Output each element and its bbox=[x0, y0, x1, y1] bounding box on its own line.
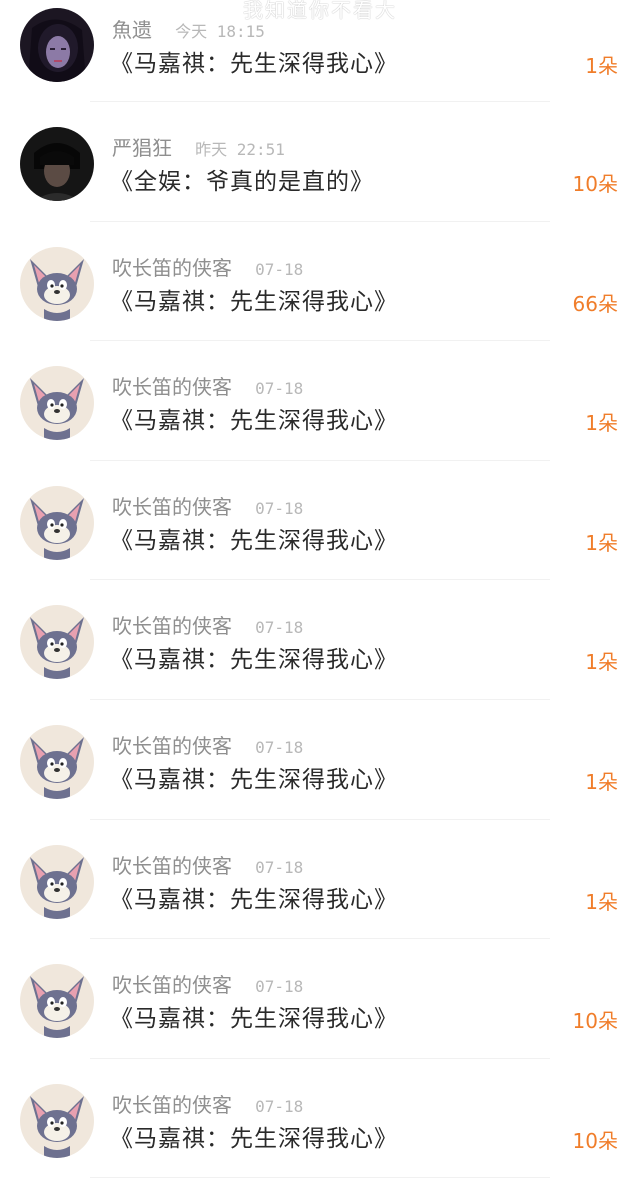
user-name[interactable]: 吹长笛的侠客 bbox=[112, 734, 232, 758]
list-item[interactable]: 吹长笛的侠客 07-18 《马嘉祺：先生深得我心》 66朵 bbox=[0, 222, 640, 342]
avatar[interactable] bbox=[20, 246, 94, 321]
flower-count: 1朵 bbox=[585, 527, 618, 556]
flower-count-value: 1 bbox=[585, 54, 598, 78]
avatar[interactable] bbox=[20, 605, 94, 680]
flower-count: 1朵 bbox=[585, 766, 618, 795]
flower-unit: 朵 bbox=[598, 411, 618, 436]
user-name[interactable]: 吹长笛的侠客 bbox=[112, 495, 232, 519]
flower-count: 1朵 bbox=[585, 886, 618, 915]
flower-unit: 朵 bbox=[598, 650, 618, 675]
item-meta: 吹长笛的侠客 07-18 bbox=[112, 1089, 303, 1118]
avatar[interactable] bbox=[20, 964, 94, 1039]
user-name[interactable]: 吹长笛的侠客 bbox=[112, 256, 232, 280]
timestamp: 07-18 bbox=[255, 379, 304, 399]
flower-count: 1朵 bbox=[585, 407, 618, 436]
flower-count-value: 10 bbox=[572, 1009, 598, 1034]
flower-count: 10朵 bbox=[573, 1005, 618, 1034]
flower-count-value: 1 bbox=[585, 650, 598, 675]
timestamp: 07-18 bbox=[255, 737, 304, 757]
list-item[interactable]: 吹长笛的侠客 07-18 《马嘉祺：先生深得我心》 10朵 bbox=[0, 1059, 640, 1178]
book-title[interactable]: 《马嘉祺：先生深得我心》 bbox=[110, 44, 398, 78]
book-title[interactable]: 《马嘉祺：先生深得我心》 bbox=[110, 760, 398, 794]
timestamp: 07-18 bbox=[255, 857, 304, 877]
flower-count-value: 10 bbox=[572, 1128, 598, 1153]
flower-count-value: 1 bbox=[585, 530, 598, 555]
list-item[interactable]: 严猖狂 昨天 22:51 《全娱：爷真的是直的》 10朵 bbox=[0, 102, 640, 222]
user-name[interactable]: 吹长笛的侠客 bbox=[112, 1093, 232, 1117]
book-title[interactable]: 《马嘉祺：先生深得我心》 bbox=[110, 282, 398, 316]
list-item[interactable]: 吹长笛的侠客 07-18 《马嘉祺：先生深得我心》 1朵 bbox=[0, 700, 640, 820]
avatar[interactable] bbox=[20, 366, 94, 441]
list-item[interactable]: 吹长笛的侠客 07-18 《马嘉祺：先生深得我心》 1朵 bbox=[0, 341, 640, 461]
flower-unit: 朵 bbox=[598, 54, 618, 78]
avatar[interactable] bbox=[20, 127, 94, 201]
book-title[interactable]: 《全娱：爷真的是直的》 bbox=[110, 162, 374, 196]
item-meta: 吹长笛的侠客 07-18 bbox=[112, 371, 303, 400]
flower-count: 1朵 bbox=[585, 50, 618, 79]
item-meta: 吹长笛的侠客 07-18 bbox=[112, 969, 303, 998]
flower-count-value: 10 bbox=[572, 172, 598, 196]
flower-count-value: 66 bbox=[572, 291, 598, 316]
item-meta: 吹长笛的侠客 07-18 bbox=[112, 850, 303, 879]
item-meta: 严猖狂 昨天 22:51 bbox=[112, 132, 285, 161]
flower-unit: 朵 bbox=[598, 1128, 618, 1153]
flower-count: 10朵 bbox=[573, 1125, 618, 1154]
book-title[interactable]: 《马嘉祺：先生深得我心》 bbox=[110, 401, 398, 435]
list-item[interactable]: 吹长笛的侠客 07-18 《马嘉祺：先生深得我心》 10朵 bbox=[0, 939, 640, 1059]
user-name[interactable]: 吹长笛的侠客 bbox=[112, 375, 232, 399]
flower-count: 10朵 bbox=[573, 168, 618, 197]
timestamp: 07-18 bbox=[255, 1096, 304, 1116]
avatar[interactable] bbox=[20, 724, 94, 799]
item-meta: 吹长笛的侠客 07-18 bbox=[112, 491, 303, 520]
gift-record-list: 魚遗 今天 18:15 《马嘉祺：先生深得我心》 1朵 严猖狂 昨天 22:51… bbox=[0, 0, 640, 1178]
avatar[interactable] bbox=[20, 1083, 94, 1158]
timestamp: 07-18 bbox=[255, 259, 304, 279]
book-title[interactable]: 《马嘉祺：先生深得我心》 bbox=[110, 880, 398, 914]
list-item[interactable]: 吹长笛的侠客 07-18 《马嘉祺：先生深得我心》 1朵 bbox=[0, 580, 640, 700]
flower-count-value: 1 bbox=[585, 411, 598, 436]
user-name[interactable]: 严猖狂 bbox=[112, 136, 172, 160]
user-name[interactable]: 吹长笛的侠客 bbox=[112, 614, 232, 638]
item-meta: 吹长笛的侠客 07-18 bbox=[112, 610, 303, 639]
flower-count-value: 1 bbox=[585, 769, 598, 794]
book-title[interactable]: 《马嘉祺：先生深得我心》 bbox=[110, 999, 398, 1033]
item-meta: 吹长笛的侠客 07-18 bbox=[112, 730, 303, 759]
flower-unit: 朵 bbox=[598, 530, 618, 555]
user-name[interactable]: 吹长笛的侠客 bbox=[112, 854, 232, 878]
flower-count: 66朵 bbox=[573, 288, 618, 317]
list-item[interactable]: 吹长笛的侠客 07-18 《马嘉祺：先生深得我心》 1朵 bbox=[0, 820, 640, 940]
flower-count-value: 1 bbox=[585, 889, 598, 914]
flower-unit: 朵 bbox=[598, 769, 618, 794]
book-title[interactable]: 《马嘉祺：先生深得我心》 bbox=[110, 640, 398, 674]
flower-unit: 朵 bbox=[598, 1009, 618, 1034]
book-title[interactable]: 《马嘉祺：先生深得我心》 bbox=[110, 521, 398, 555]
avatar[interactable] bbox=[20, 485, 94, 560]
book-title[interactable]: 《马嘉祺：先生深得我心》 bbox=[110, 1119, 398, 1153]
flower-unit: 朵 bbox=[598, 291, 618, 316]
watermark-text: 我知道你不看大 bbox=[243, 0, 397, 22]
timestamp: 今天 18:15 bbox=[175, 22, 265, 41]
timestamp: 昨天 22:51 bbox=[195, 140, 285, 159]
item-meta: 吹长笛的侠客 07-18 bbox=[112, 252, 303, 281]
timestamp: 07-18 bbox=[255, 977, 304, 997]
list-item[interactable]: 吹长笛的侠客 07-18 《马嘉祺：先生深得我心》 1朵 bbox=[0, 461, 640, 581]
flower-unit: 朵 bbox=[598, 889, 618, 914]
timestamp: 07-18 bbox=[255, 498, 304, 518]
timestamp: 07-18 bbox=[255, 618, 304, 638]
flower-unit: 朵 bbox=[598, 172, 618, 196]
user-name[interactable]: 吹长笛的侠客 bbox=[112, 973, 232, 997]
flower-count: 1朵 bbox=[585, 646, 618, 675]
avatar[interactable] bbox=[20, 844, 94, 919]
